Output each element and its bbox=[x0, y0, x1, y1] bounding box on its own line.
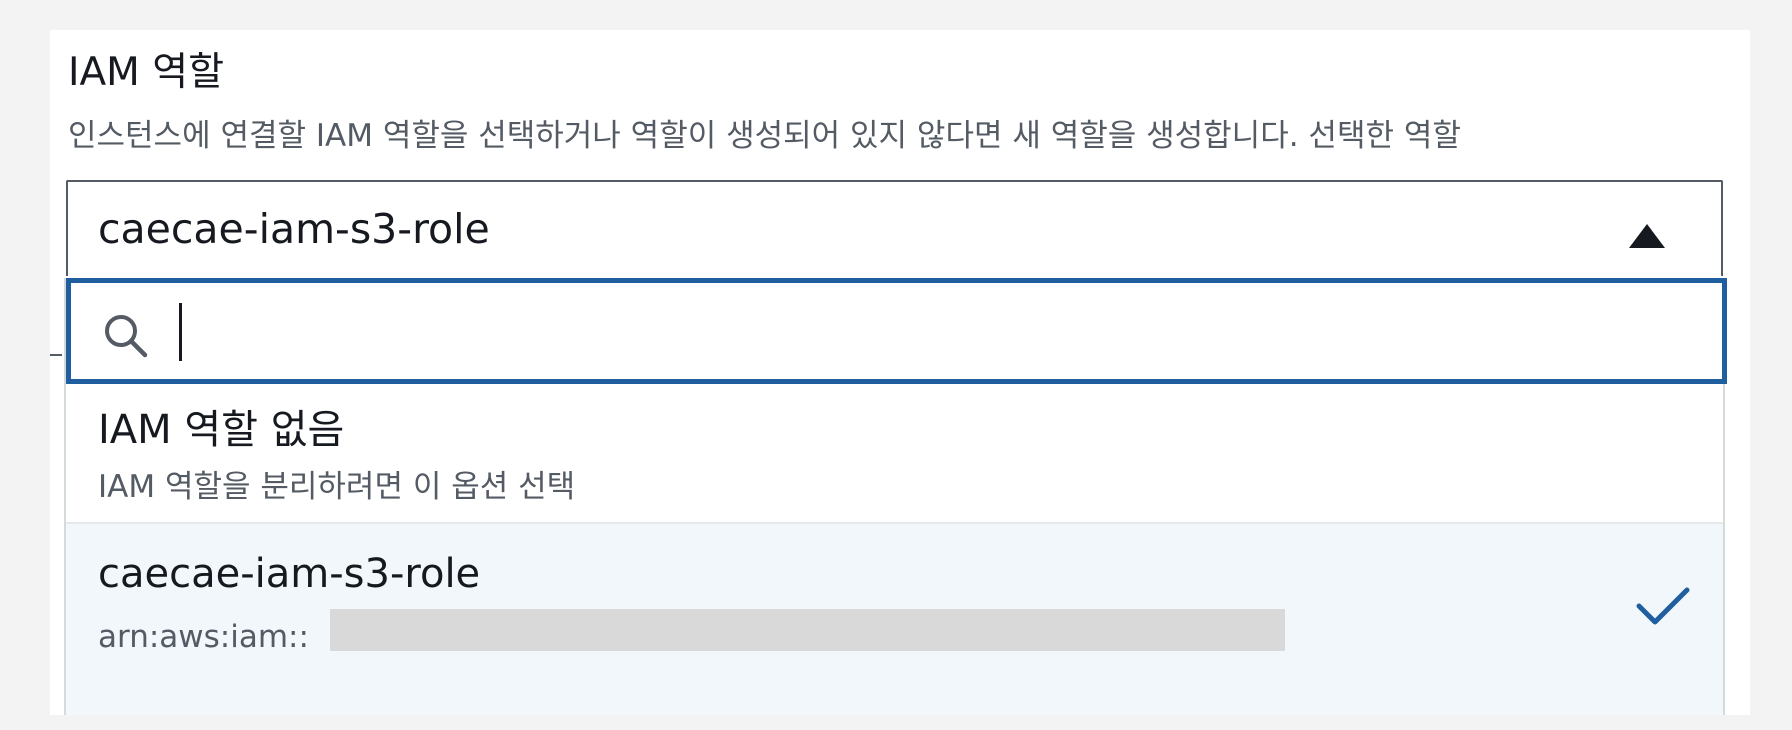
field-description: 인스턴스에 연결할 IAM 역할을 선택하거나 역할이 생성되어 있지 않다면 … bbox=[68, 118, 1461, 154]
form-divider bbox=[50, 354, 62, 356]
dropdown-list: IAM 역할 없음 IAM 역할을 분리하려면 이 옵션 선택 caecae-i… bbox=[64, 278, 1727, 715]
redacted-account-id bbox=[330, 609, 1285, 651]
select-value: caecae-iam-s3-role bbox=[98, 205, 490, 253]
option-title: caecae-iam-s3-role bbox=[98, 551, 481, 597]
field-label: IAM 역할 bbox=[68, 50, 224, 95]
search-input[interactable] bbox=[171, 297, 1655, 367]
caret-up-icon[interactable] bbox=[1629, 224, 1665, 248]
option-description: IAM 역할을 분리하려면 이 옵션 선택 bbox=[98, 469, 576, 505]
option-caecae-iam-s3-role[interactable]: caecae-iam-s3-role arn:aws:iam:: bbox=[66, 524, 1723, 715]
option-title: IAM 역할 없음 bbox=[98, 407, 345, 453]
search-icon bbox=[105, 315, 148, 358]
iam-role-panel: IAM 역할 인스턴스에 연결할 IAM 역할을 선택하거나 역할이 생성되어 … bbox=[50, 30, 1750, 715]
check-icon bbox=[1636, 587, 1690, 625]
iam-role-select[interactable]: caecae-iam-s3-role bbox=[66, 180, 1723, 276]
option-arn: arn:aws:iam:: bbox=[98, 619, 309, 655]
search-box[interactable] bbox=[66, 278, 1727, 384]
option-no-iam-role[interactable]: IAM 역할 없음 IAM 역할을 분리하려면 이 옵션 선택 bbox=[66, 384, 1723, 524]
